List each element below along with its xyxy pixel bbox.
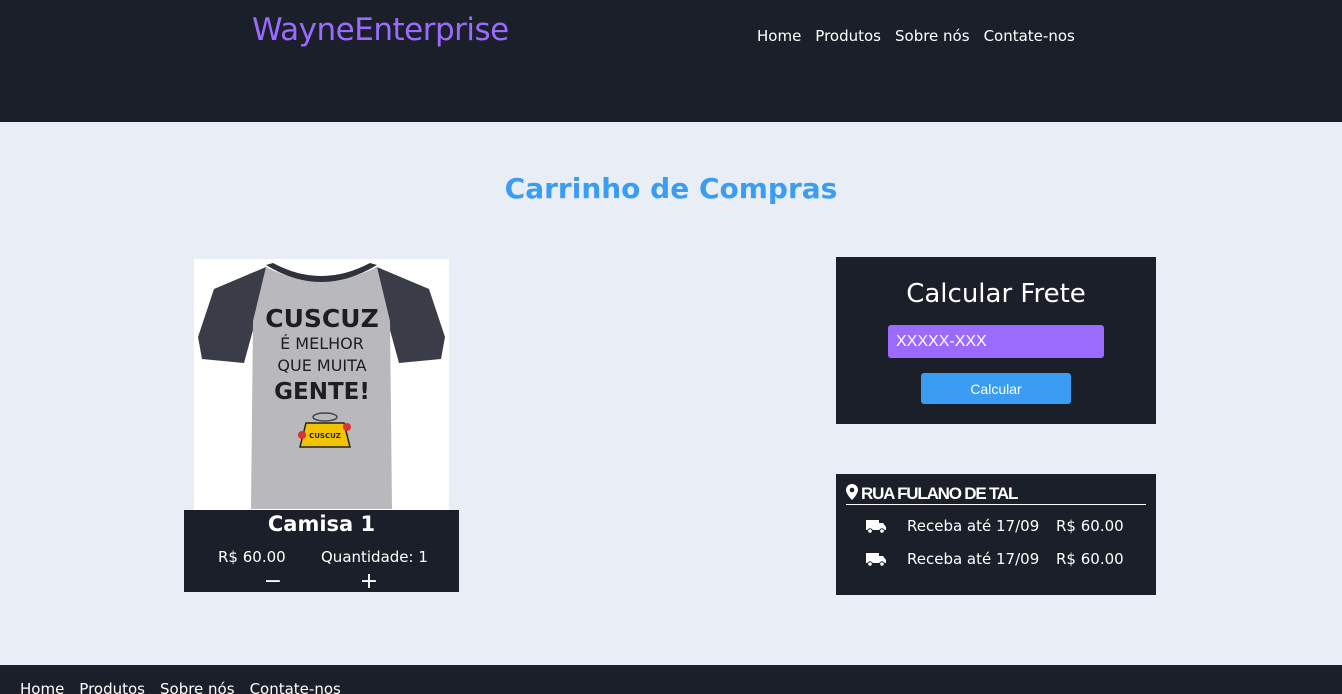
- truck-icon: [866, 552, 888, 567]
- shipping-option[interactable]: Receba até 17/09 R$ 60.00: [866, 517, 1124, 535]
- map-pin-icon: [846, 483, 858, 504]
- shipping-option[interactable]: Receba até 17/09 R$ 60.00: [866, 550, 1124, 568]
- shipping-option-date: Receba até 17/09: [907, 517, 1040, 535]
- cep-input[interactable]: [888, 325, 1104, 358]
- nav-home-link[interactable]: Home: [757, 27, 801, 45]
- shirt-print-line4: GENTE!: [274, 379, 370, 405]
- product-name: Camisa 1: [267, 512, 376, 536]
- shipping-option-date: Receba até 17/09: [907, 550, 1040, 568]
- footer-home-link[interactable]: Home: [20, 680, 64, 694]
- cart-item-card: Camisa 1 R$ 60.00 Quantidade: 1 − +: [184, 510, 459, 594]
- nav-contato-link[interactable]: Contate-nos: [984, 27, 1075, 45]
- site-header: WayneEnterprise Home Produtos Sobre nós …: [0, 0, 1342, 122]
- shipping-calculator: Calcular Frete Calcular: [836, 257, 1156, 424]
- footer-produtos-link[interactable]: Produtos: [79, 680, 145, 694]
- shipping-option-price: R$ 60.00: [1056, 517, 1124, 535]
- calculate-shipping-button[interactable]: Calcular: [921, 373, 1071, 404]
- product-quantity: Quantidade: 1: [321, 548, 428, 566]
- brand-logo[interactable]: WayneEnterprise: [252, 12, 509, 48]
- delivery-address-box: RUA FULANO DE TAL Receba até 17/09 R$ 60…: [836, 474, 1156, 595]
- address-header: RUA FULANO DE TAL: [846, 483, 1146, 505]
- product-image[interactable]: CUSCUZ É MELHOR QUE MUITA GENTE! CUSCUZ: [194, 259, 449, 512]
- main-nav: Home Produtos Sobre nós Contate-nos: [757, 27, 1075, 45]
- decrease-quantity-button[interactable]: −: [262, 570, 284, 594]
- product-price: R$ 60.00: [218, 548, 286, 566]
- shipping-calculator-title: Calcular Frete: [906, 279, 1086, 309]
- shirt-pot-label: CUSCUZ: [309, 432, 341, 440]
- shirt-print-line1: CUSCUZ: [265, 304, 378, 333]
- footer-sobre-link[interactable]: Sobre nós: [160, 680, 235, 694]
- shipping-option-price: R$ 60.00: [1056, 550, 1124, 568]
- site-footer: Home Produtos Sobre nós Contate-nos: [0, 665, 1342, 694]
- address-street: RUA FULANO DE TAL: [861, 483, 1018, 503]
- footer-nav: Home Produtos Sobre nós Contate-nos: [20, 680, 341, 694]
- increase-quantity-button[interactable]: +: [358, 570, 380, 594]
- nav-produtos-link[interactable]: Produtos: [815, 27, 881, 45]
- shirt-print-line2: É MELHOR: [280, 334, 364, 353]
- page-title: Carrinho de Compras: [504, 172, 838, 205]
- footer-contato-link[interactable]: Contate-nos: [250, 680, 341, 694]
- nav-sobre-link[interactable]: Sobre nós: [895, 27, 970, 45]
- shirt-print-line3: QUE MUITA: [277, 356, 366, 375]
- truck-icon: [866, 519, 888, 534]
